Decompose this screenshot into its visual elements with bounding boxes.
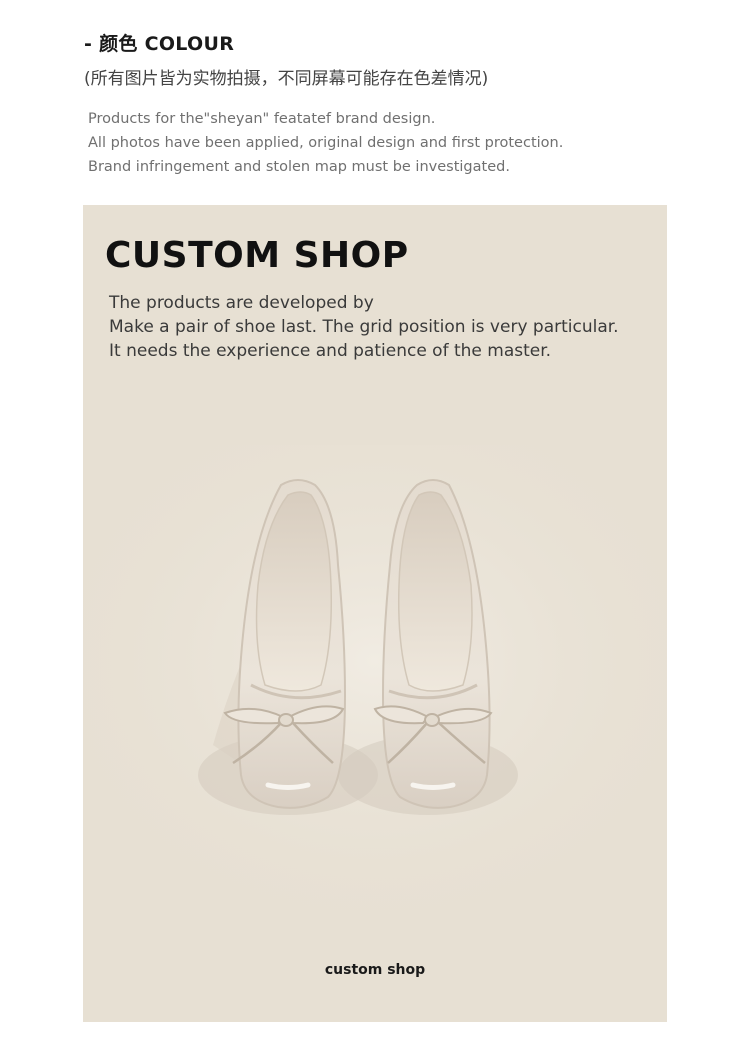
brand-notice: Products for the"sheyan" featatef brand …	[88, 107, 563, 179]
description-line: The products are developed by	[109, 293, 374, 313]
description-line: Make a pair of shoe last. The grid posit…	[109, 317, 619, 337]
brand-notice-line: All photos have been applied, original d…	[88, 135, 564, 151]
custom-shop-caption: custom shop	[324, 962, 426, 978]
brand-notice-line: Products for the"sheyan" featatef brand …	[88, 111, 436, 127]
description-line: It needs the experience and patience of …	[109, 341, 552, 361]
custom-shop-title: CUSTOM SHOP	[105, 235, 409, 276]
custom-shop-panel: CUSTOM SHOP The products are developed b…	[83, 205, 667, 1022]
custom-shop-description: The products are developed by Make a pai…	[109, 291, 619, 363]
colour-heading: - 颜色 COLOUR	[84, 33, 235, 55]
shoe-product-photo	[83, 445, 667, 925]
colour-disclaimer: (所有图片皆为实物拍摄，不同屏幕可能存在色差情况)	[84, 69, 489, 89]
brand-notice-line: Brand infringement and stolen map must b…	[88, 159, 510, 175]
